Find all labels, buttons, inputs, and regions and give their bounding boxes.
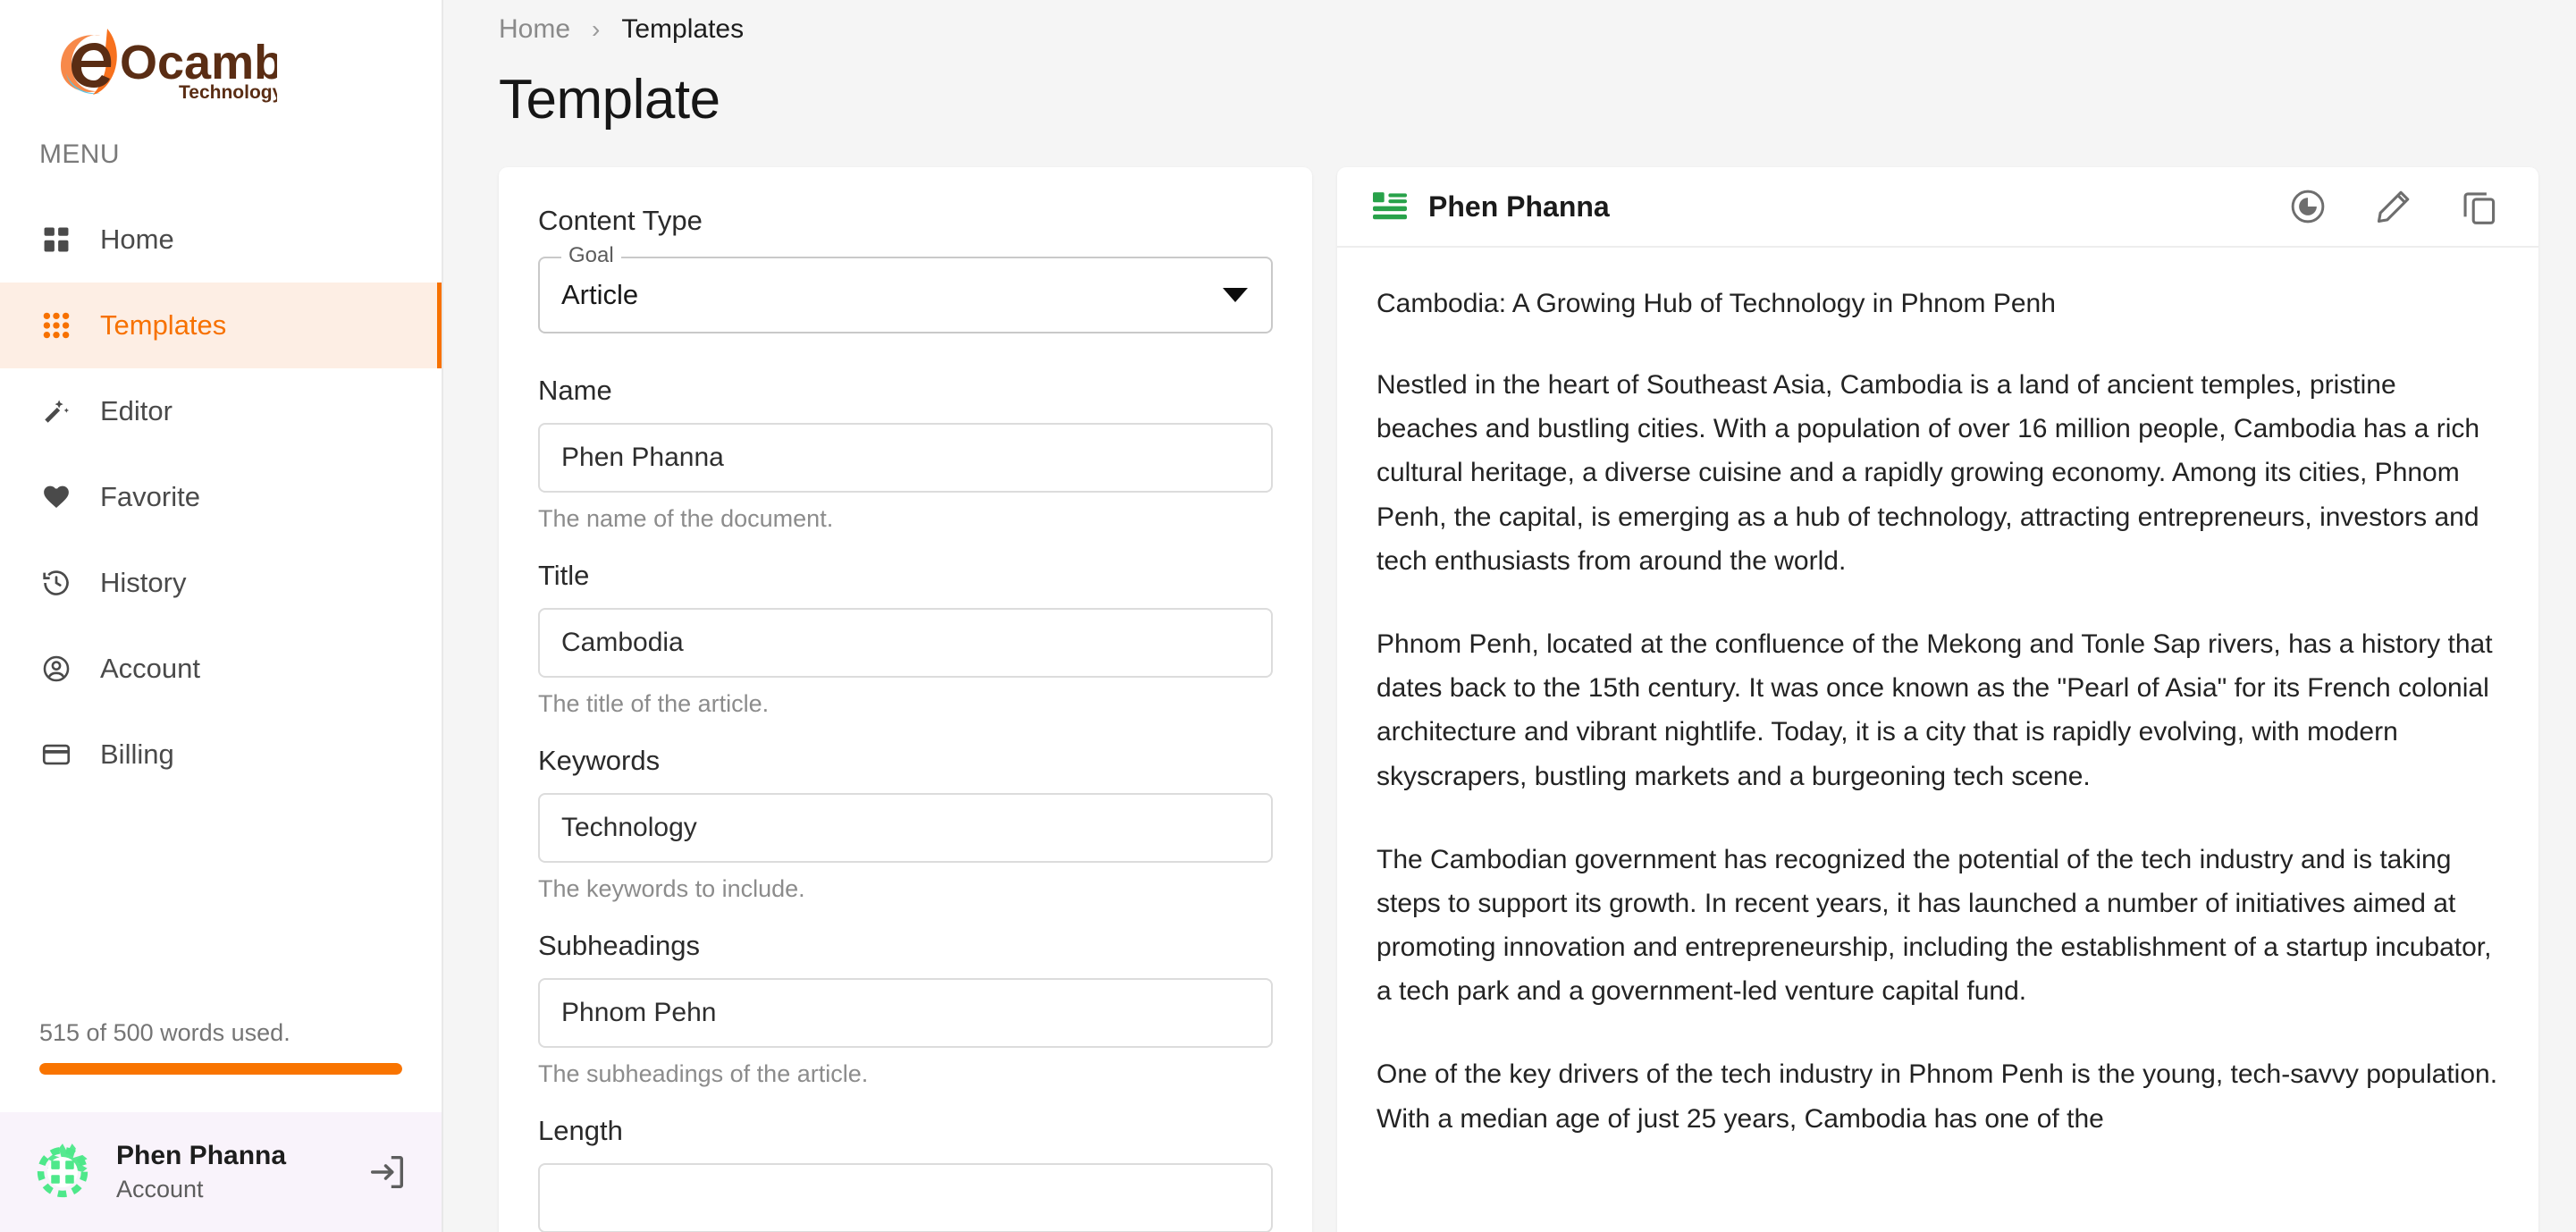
document-heading: Cambodia: A Growing Hub of Technology in… xyxy=(1376,283,2499,324)
breadcrumb-templates[interactable]: Templates xyxy=(621,14,744,45)
keywords-help: The keywords to include. xyxy=(538,875,1273,903)
pencil-icon[interactable] xyxy=(2374,187,2413,226)
sidebar-item-billing[interactable]: Billing xyxy=(0,712,442,797)
sidebar-item-history[interactable]: History xyxy=(0,540,442,626)
keywords-field-group: Keywords Technology The keywords to incl… xyxy=(538,745,1273,903)
document-title: Phen Phanna xyxy=(1428,190,2267,224)
sidebar: Ocambo Technology MENU Home xyxy=(0,0,443,1232)
template-form-card: Content Type Goal Article Name Phen Phan… xyxy=(499,167,1312,1232)
account-text: Phen Phanna Account xyxy=(116,1139,343,1205)
keywords-label: Keywords xyxy=(538,745,1273,777)
sidebar-item-label: Templates xyxy=(100,309,226,342)
subheadings-input[interactable]: Phnom Pehn xyxy=(538,978,1273,1048)
breadcrumb-home[interactable]: Home xyxy=(499,14,570,45)
name-label: Name xyxy=(538,375,1273,407)
document-header: Phen Phanna xyxy=(1337,167,2538,248)
document-paragraph: Phnom Penh, located at the confluence of… xyxy=(1376,622,2499,798)
name-help: The name of the document. xyxy=(538,505,1273,533)
svg-text:Technology: Technology xyxy=(179,82,277,103)
account-name: Phen Phanna xyxy=(116,1139,343,1173)
eocambo-logo-icon: Ocambo Technology xyxy=(54,25,277,105)
menu-heading: MENU xyxy=(0,139,442,170)
sidebar-item-label: Favorite xyxy=(100,481,200,513)
document-body: Cambodia: A Growing Hub of Technology in… xyxy=(1337,248,2538,1232)
document-actions xyxy=(2288,187,2499,226)
account-subtitle: Account xyxy=(116,1173,343,1205)
brand-logo[interactable]: Ocambo Technology xyxy=(0,0,442,134)
goal-select-value: Article xyxy=(561,279,638,311)
length-field-group: Length xyxy=(538,1115,1273,1232)
breadcrumb-separator: › xyxy=(592,15,600,44)
sidebar-item-label: Editor xyxy=(100,395,173,427)
sidebar-item-editor[interactable]: Editor xyxy=(0,368,442,454)
length-label: Length xyxy=(538,1115,1273,1147)
heart-icon xyxy=(39,480,73,514)
subheadings-label: Subheadings xyxy=(538,930,1273,962)
title-input[interactable]: Cambodia xyxy=(538,608,1273,678)
logout-icon xyxy=(366,1152,408,1193)
magic-wand-icon xyxy=(39,394,73,428)
title-help: The title of the article. xyxy=(538,690,1273,718)
document-paragraph: One of the key drivers of the tech indus… xyxy=(1376,1052,2499,1140)
panels: Content Type Goal Article Name Phen Phan… xyxy=(443,131,2576,1232)
page-title: Template xyxy=(443,59,2576,131)
article-list-icon xyxy=(1373,192,1407,221)
content-type-label: Content Type xyxy=(538,205,1273,237)
sidebar-item-home[interactable]: Home xyxy=(0,197,442,283)
avatar xyxy=(32,1142,93,1202)
copy-icon[interactable] xyxy=(2460,187,2499,226)
title-label: Title xyxy=(538,560,1273,592)
sidebar-item-label: Billing xyxy=(100,738,174,771)
grid-icon xyxy=(39,223,73,257)
sidebar-item-account[interactable]: Account xyxy=(0,626,442,712)
goal-select-legend: Goal xyxy=(561,243,621,268)
keywords-input[interactable]: Technology xyxy=(538,793,1273,863)
document-paragraph: Nestled in the heart of Southeast Asia, … xyxy=(1376,363,2499,583)
word-usage-progress-fill xyxy=(39,1063,402,1075)
document-paragraph: The Cambodian government has recognized … xyxy=(1376,838,2499,1014)
word-usage-progressbar xyxy=(39,1063,402,1075)
subheadings-help: The subheadings of the article. xyxy=(538,1060,1273,1088)
user-circle-icon xyxy=(39,652,73,686)
length-input[interactable] xyxy=(538,1163,1273,1232)
dots-grid-icon xyxy=(39,308,73,342)
document-preview-card: Phen Phanna xyxy=(1337,167,2538,1232)
name-input[interactable]: Phen Phanna xyxy=(538,423,1273,493)
sidebar-item-label: Home xyxy=(100,224,174,256)
app-root: Ocambo Technology MENU Home xyxy=(0,0,2576,1232)
word-usage: 515 of 500 words used. xyxy=(0,1019,442,1075)
sidebar-item-templates[interactable]: Templates xyxy=(0,283,442,368)
avatar-identicon-icon xyxy=(32,1142,93,1202)
goal-select[interactable]: Goal Article xyxy=(538,257,1273,333)
sidebar-nav: Home Templates xyxy=(0,197,442,797)
usage-meter-icon[interactable] xyxy=(2288,187,2328,226)
sidebar-item-favorite[interactable]: Favorite xyxy=(0,454,442,540)
subheadings-field-group: Subheadings Phnom Pehn The subheadings o… xyxy=(538,930,1273,1088)
word-usage-text: 515 of 500 words used. xyxy=(39,1019,402,1047)
svg-text:Ocambo: Ocambo xyxy=(120,36,277,89)
name-field-group: Name Phen Phanna The name of the documen… xyxy=(538,375,1273,533)
sidebar-item-label: History xyxy=(100,567,186,599)
breadcrumb: Home › Templates xyxy=(443,0,2576,59)
credit-card-icon xyxy=(39,738,73,772)
sidebar-item-label: Account xyxy=(100,653,200,685)
chevron-down-icon xyxy=(1223,288,1248,302)
history-clock-icon xyxy=(39,566,73,600)
account-card[interactable]: Phen Phanna Account xyxy=(0,1112,442,1232)
title-field-group: Title Cambodia The title of the article. xyxy=(538,560,1273,718)
main-content: Home › Templates Template Content Type G… xyxy=(443,0,2576,1232)
logout-button[interactable] xyxy=(366,1152,408,1193)
